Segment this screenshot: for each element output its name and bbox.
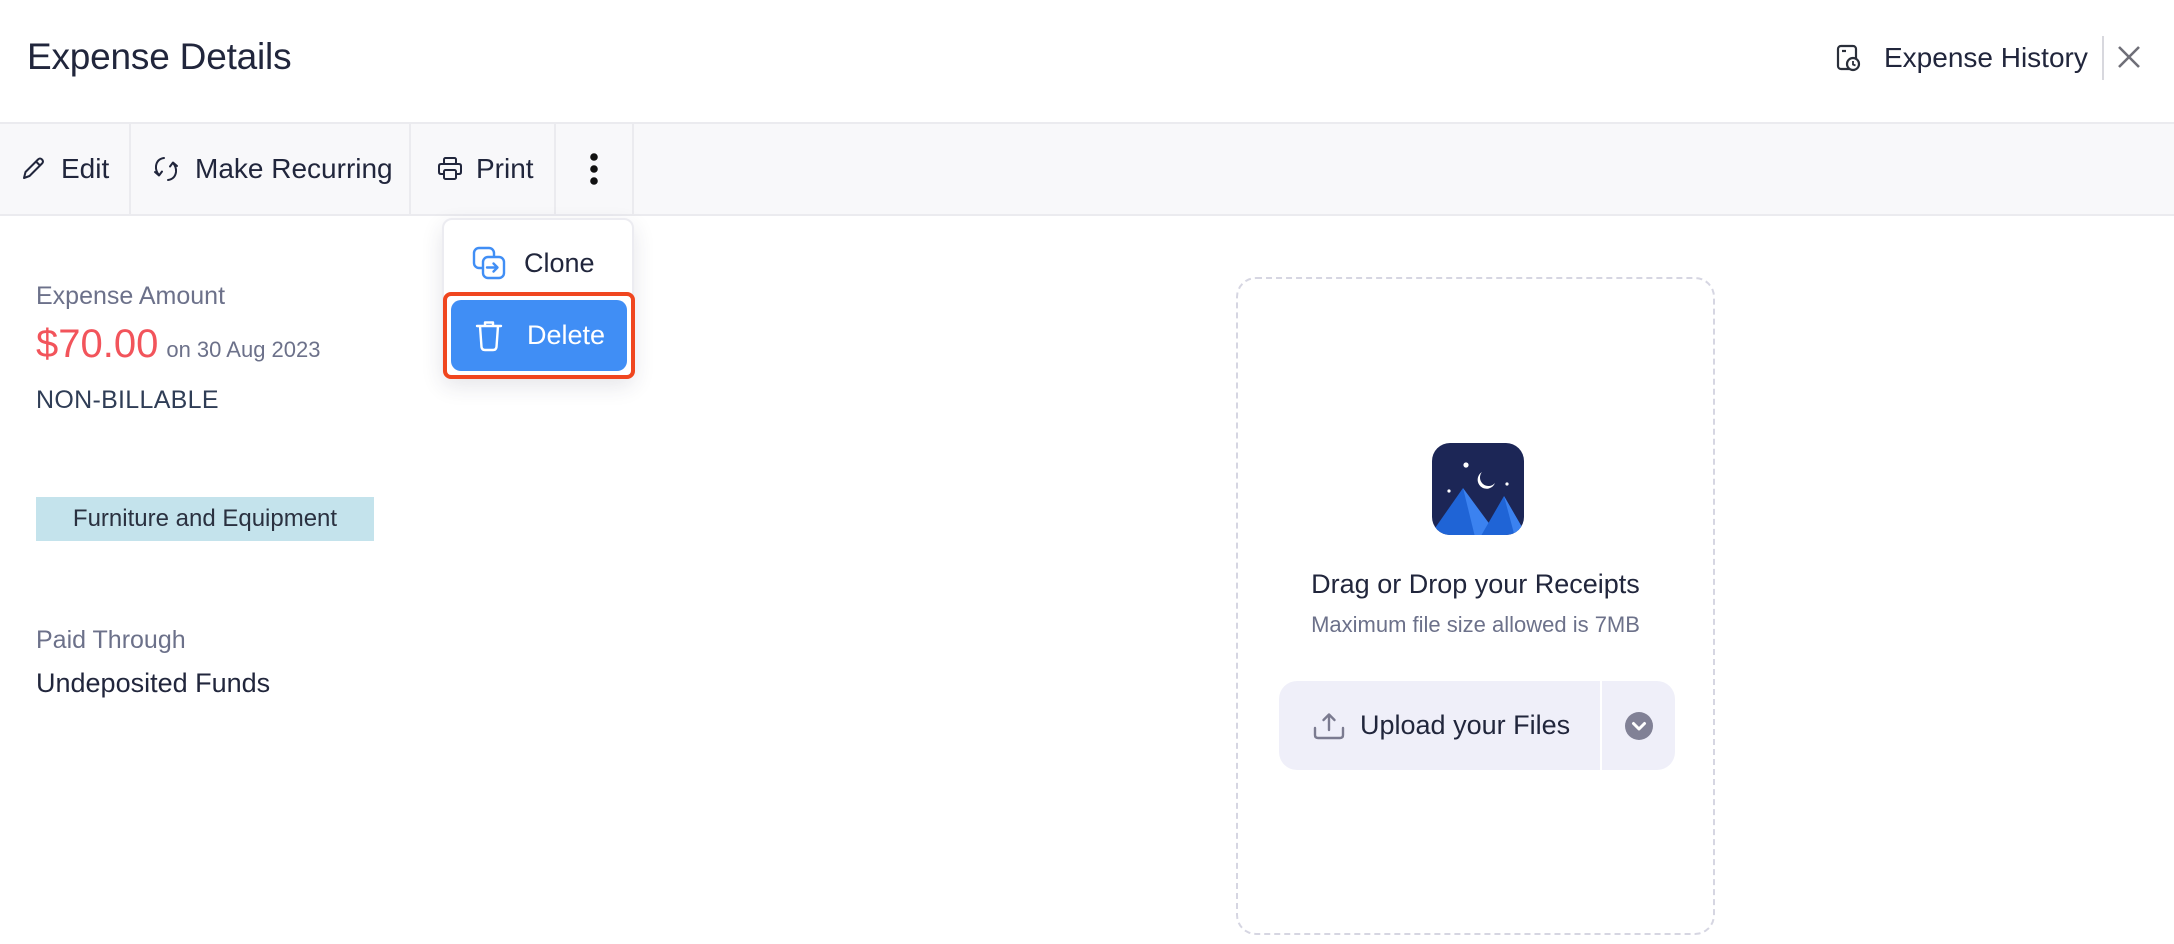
paid-through-value: Undeposited Funds bbox=[36, 668, 271, 698]
chevron-down-circle-icon bbox=[1624, 711, 1653, 740]
header-divider bbox=[2102, 36, 2104, 80]
upload-button-group: Upload your Files bbox=[1279, 681, 1675, 770]
pencil-icon bbox=[23, 157, 44, 179]
edit-label: Edit bbox=[61, 153, 110, 184]
amount-row: $70.00 on 30 Aug 2023 bbox=[36, 322, 321, 367]
more-options-menu: Clone Delete bbox=[442, 218, 635, 379]
toolbar: Edit Make Recurring Print bbox=[0, 122, 2174, 216]
delete-label: Delete bbox=[527, 320, 606, 350]
edit-button[interactable]: Edit bbox=[0, 124, 131, 214]
upload-files-label: Upload your Files bbox=[1360, 710, 1571, 740]
expense-history-label: Expense History bbox=[1884, 42, 2088, 73]
recurring-icon bbox=[154, 157, 178, 181]
clone-icon bbox=[472, 246, 506, 280]
menu-item-clone[interactable]: Clone bbox=[452, 230, 628, 296]
printer-icon bbox=[438, 157, 462, 180]
print-label: Print bbox=[476, 153, 534, 184]
dropzone-title: Drag or Drop your Receipts bbox=[1311, 569, 1640, 599]
expense-amount-label: Expense Amount bbox=[36, 282, 226, 310]
upload-files-button[interactable]: Upload your Files bbox=[1279, 681, 1602, 770]
header: Expense Details Expense History bbox=[0, 0, 2174, 122]
expense-amount: $70.00 bbox=[36, 322, 159, 366]
category-badge: Furniture and Equipment bbox=[36, 497, 374, 541]
more-options-button[interactable] bbox=[556, 124, 634, 214]
more-vertical-icon bbox=[590, 153, 598, 185]
document-clock-icon bbox=[1836, 44, 1861, 72]
print-button[interactable]: Print bbox=[411, 124, 556, 214]
close-button[interactable] bbox=[2112, 40, 2146, 74]
expense-history-link[interactable]: Expense History bbox=[1836, 38, 2088, 78]
upload-options-dropdown[interactable] bbox=[1602, 681, 1675, 770]
clone-label: Clone bbox=[524, 247, 595, 278]
paid-through-label: Paid Through bbox=[36, 626, 186, 654]
page-title: Expense Details bbox=[27, 36, 292, 77]
receipt-dropzone[interactable]: Drag or Drop your Receipts Maximum file … bbox=[1236, 277, 1715, 935]
make-recurring-button[interactable]: Make Recurring bbox=[131, 124, 411, 214]
make-recurring-label: Make Recurring bbox=[195, 153, 393, 184]
upload-icon bbox=[1313, 712, 1345, 739]
expense-date: on 30 Aug 2023 bbox=[166, 337, 321, 362]
close-icon bbox=[2118, 46, 2140, 68]
dropzone-subtitle: Maximum file size allowed is 7MB bbox=[1311, 612, 1640, 637]
trash-icon bbox=[475, 320, 503, 351]
menu-item-delete[interactable]: Delete bbox=[451, 300, 627, 371]
image-placeholder-icon bbox=[1432, 443, 1524, 535]
billable-status: NON-BILLABLE bbox=[36, 386, 219, 414]
